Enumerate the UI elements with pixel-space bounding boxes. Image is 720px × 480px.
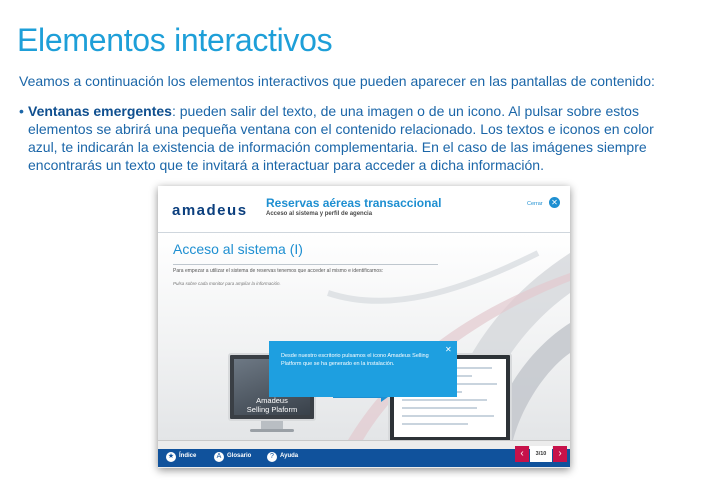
- monitor-label: Amadeus Selling Plaform: [246, 396, 298, 414]
- page-title: Elementos interactivos: [17, 22, 333, 58]
- star-icon[interactable]: ★: [166, 452, 176, 462]
- screen-line: [402, 399, 487, 401]
- footer-bar: ★ Índice A Glosario ? Ayuda: [158, 449, 570, 467]
- page-indicator: 3/10: [530, 446, 552, 462]
- popup-text: Desde nuestro escritorio pulsamos el ico…: [281, 353, 429, 367]
- popup-window: Desde nuestro escritorio pulsamos el ico…: [269, 341, 457, 397]
- screen-line: [402, 423, 468, 425]
- next-page-button[interactable]: ›: [553, 446, 567, 462]
- section-text: Para empezar a utilizar el sistema de re…: [173, 268, 384, 274]
- screen-line: [402, 407, 477, 409]
- example-screenshot: amadeus Reservas aéreas transaccional Ac…: [158, 186, 570, 468]
- course-footer: ★ Índice A Glosario ? Ayuda ‹ 3/10 ›: [158, 440, 570, 468]
- close-label[interactable]: Cerrar: [527, 201, 543, 207]
- help-link[interactable]: Ayuda: [280, 453, 298, 459]
- section-hint: Pulsa sobre cada monitor para ampliar la…: [173, 281, 281, 286]
- monitor-base: [250, 429, 294, 432]
- screen-line: [402, 415, 494, 417]
- monitor-stand: [261, 421, 283, 429]
- popup-close-icon[interactable]: ✕: [445, 345, 452, 354]
- glossary-link[interactable]: Glosario: [227, 453, 251, 459]
- close-icon[interactable]: ✕: [549, 197, 560, 208]
- bullet-marker: •: [19, 103, 24, 119]
- index-link[interactable]: Índice: [179, 453, 196, 459]
- course-header: amadeus Reservas aéreas transaccional Ac…: [158, 186, 570, 233]
- glossary-icon[interactable]: A: [214, 452, 224, 462]
- section-divider: [173, 264, 438, 265]
- prev-page-button[interactable]: ‹: [515, 446, 529, 462]
- bullet-term: Ventanas emergentes: [28, 103, 172, 119]
- course-title: Reservas aéreas transaccional: [266, 196, 442, 210]
- help-icon[interactable]: ?: [267, 452, 277, 462]
- lesson-content: Acceso al sistema (I) Para empezar a uti…: [158, 233, 570, 440]
- section-title: Acceso al sistema (I): [173, 241, 303, 257]
- amadeus-logo: amadeus: [172, 202, 248, 219]
- intro-text: Veamos a continuación los elementos inte…: [19, 73, 655, 89]
- bullet-text-block: Ventanas emergentes: pueden salir del te…: [28, 102, 660, 174]
- course-subtitle: Acceso al sistema y perfil de agencia: [266, 211, 373, 217]
